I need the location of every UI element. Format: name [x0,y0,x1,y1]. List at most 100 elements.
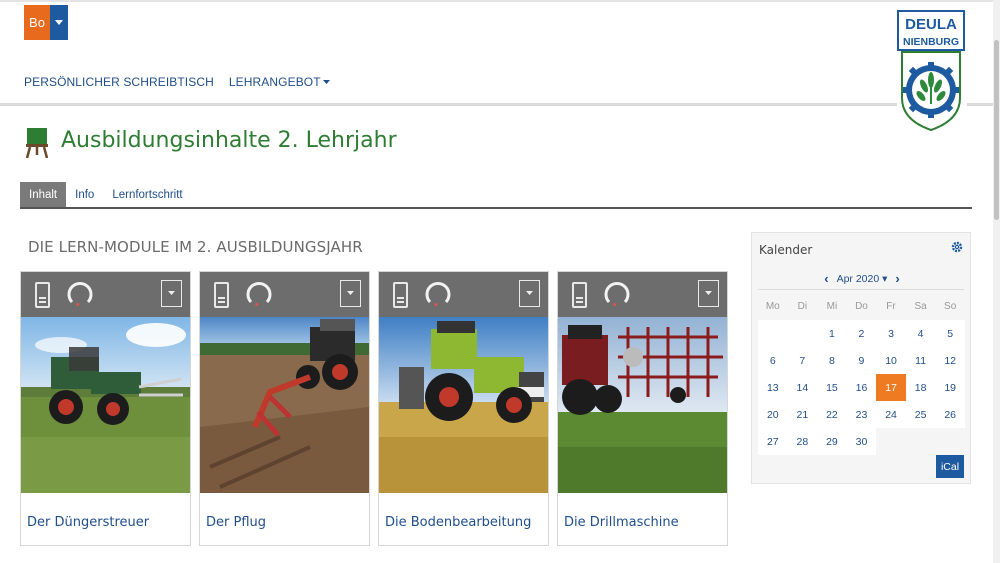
calendar-weekday: Sa [914,301,927,312]
calendar-weekday: Di [797,301,808,312]
page-scrollbar[interactable] [993,0,1000,563]
calendar-day[interactable]: 13 [758,374,788,401]
calendar-day[interactable]: 7 [787,347,818,374]
calendar-month-select[interactable]: Apr 2020 ▾ [837,273,888,285]
progress-ring-icon [246,282,272,307]
calendar-weekday: So [944,301,957,312]
gear-icon[interactable] [951,241,963,253]
tab-inhalt[interactable]: Inhalt [20,182,67,207]
calendar-empty-cell [758,320,788,347]
logo-line2: NIENBURG [903,36,959,48]
tab-info[interactable]: Info [66,182,103,207]
calendar-day[interactable]: 17 [876,374,906,401]
calendar-day[interactable]: 4 [905,320,936,347]
calendar-day[interactable]: 5 [935,320,965,347]
calendar-day[interactable]: 6 [758,347,788,374]
deula-logo[interactable]: DEULA NIENBURG [897,10,967,132]
module-image[interactable] [200,317,369,493]
calendar-day[interactable]: 20 [758,401,788,428]
calendar-title: Kalender [759,243,813,257]
module-card[interactable]: Der Pflug [199,271,370,546]
calendar-day[interactable]: 3 [876,320,906,347]
calendar-day[interactable]: 2 [846,320,877,347]
module-menu-button[interactable] [340,280,361,307]
module-card[interactable]: Der Düngerstreuer [20,271,191,546]
calendar-day[interactable]: 22 [817,401,847,428]
calendar-day[interactable]: 23 [846,401,877,428]
calendar-day[interactable]: 14 [787,374,818,401]
caret-down-icon [322,79,330,84]
module-card[interactable]: Die Drillmaschine [557,271,728,546]
calendar-day[interactable]: 26 [935,401,965,428]
progress-ring-icon [425,282,451,307]
calendar-day[interactable]: 25 [905,401,936,428]
tab-lernfortschritt[interactable]: Lernfortschritt [103,182,191,207]
section-title: DIE LERN-MODULE IM 2. AUSBILDUNGSJAHR [28,238,363,256]
module-card-header [558,272,727,317]
document-icon [393,282,408,308]
calendar-month-nav: ‹ Apr 2020 ▾ › [752,271,972,286]
calendar-weekday: Mo [765,301,780,312]
calendar-day[interactable]: 8 [817,347,847,374]
user-initials[interactable]: Bo [24,5,50,40]
caret-down-icon [347,291,354,295]
user-menu-button[interactable]: Bo [24,5,68,40]
caret-down-icon [168,291,175,295]
chevron-right-icon[interactable]: › [895,271,899,286]
calendar-day[interactable]: 1 [817,320,847,347]
course-tabs: Inhalt Info Lernfortschritt [20,182,972,209]
calendar-day[interactable]: 12 [935,347,965,374]
progress-ring-icon [67,282,93,307]
calendar-weekday: Mi [826,301,838,312]
document-icon [214,282,229,308]
calendar-weekday: Do [855,301,868,312]
ical-export-button[interactable]: iCal [936,455,964,478]
calendar-day[interactable]: 29 [817,428,847,455]
module-image[interactable] [21,317,190,493]
calendar-day[interactable]: 28 [787,428,818,455]
calendar-day[interactable]: 18 [905,374,936,401]
scrollbar-thumb[interactable] [994,40,999,220]
caret-down-icon [705,291,712,295]
module-image[interactable] [558,317,727,493]
module-title[interactable]: Die Bodenbearbeitung [385,515,531,530]
module-menu-button[interactable] [161,280,182,307]
module-title[interactable]: Die Drillmaschine [564,515,679,530]
logo-line1: DEULA [905,16,957,33]
calendar-empty-cell [876,428,906,455]
calendar-day[interactable]: 11 [905,347,936,374]
module-image[interactable] [379,317,548,493]
calendar-day[interactable]: 9 [846,347,877,374]
calendar-day[interactable]: 27 [758,428,788,455]
calendar-month-label[interactable]: Apr 2020 [837,273,880,285]
page-title: Ausbildungsinhalte 2. Lehrjahr [61,128,397,153]
calendar-grid: Mo Di Mi Do Fr Sa So 1 2 3 4 5 6 7 8 9 10 11 12 13 14 15 16 17 1… [758,293,965,455]
nav-divider [0,103,1000,106]
module-card[interactable]: Die Bodenbearbeitung [378,271,549,546]
calendar-day[interactable]: 30 [846,428,877,455]
module-card-header [21,272,190,317]
calendar-day[interactable]: 10 [876,347,906,374]
module-menu-button[interactable] [698,280,719,307]
document-icon [35,282,50,308]
module-title[interactable]: Der Pflug [206,515,266,530]
chevron-left-icon[interactable]: ‹ [824,271,828,286]
calendar-weekday: Fr [886,301,896,312]
course-board-icon [25,128,49,159]
calendar-day[interactable]: 16 [846,374,877,401]
calendar-day[interactable]: 24 [876,401,906,428]
progress-ring-icon [604,282,630,307]
calendar-empty-cell [906,428,936,455]
module-card-header [200,272,369,317]
module-title[interactable]: Der Düngerstreuer [27,515,149,530]
calendar-day[interactable]: 21 [787,401,818,428]
nav-item-courses[interactable]: LEHRANGEBOT [229,75,330,89]
nav-item-personal-desk[interactable]: PERSÖNLICHER SCHREIBTISCH [24,75,214,89]
main-navigation: PERSÖNLICHER SCHREIBTISCH LEHRANGEBOT [24,75,330,89]
calendar-block: Kalender ‹ Apr 2020 ▾ › Mo Di Mi Do Fr Sa So 1 2… [751,232,971,484]
chevron-down-icon[interactable] [50,5,68,40]
calendar-day[interactable]: 19 [935,374,965,401]
module-menu-button[interactable] [519,280,540,307]
calendar-day[interactable]: 15 [817,374,847,401]
nav-item-courses-label[interactable]: LEHRANGEBOT [229,75,321,89]
